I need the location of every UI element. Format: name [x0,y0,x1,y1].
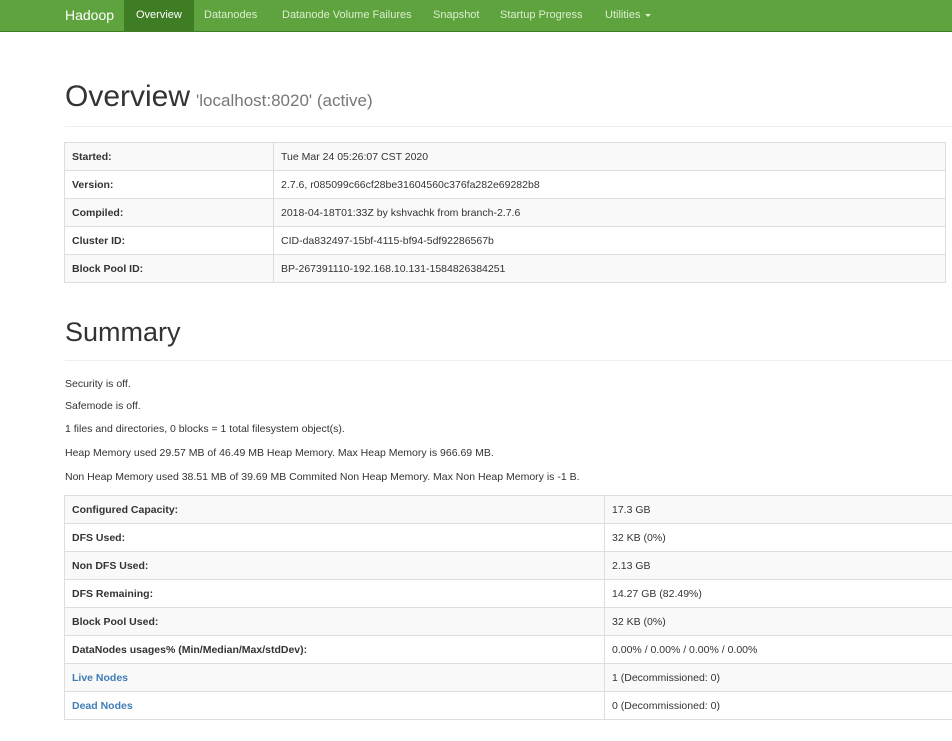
row-key: DFS Used: [64,523,605,552]
overview-divider [65,126,952,127]
dead-nodes-cell: Dead Nodes [64,691,605,720]
row-key: Compiled: [64,198,274,227]
overview-table: Started: Tue Mar 24 05:26:07 CST 2020 Ve… [64,142,946,283]
summary-heading: Summary [65,317,181,347]
security-status: Security is off. [65,378,131,390]
table-row: Live Nodes 1 (Decommissioned: 0) [64,663,952,692]
row-value: 2018-04-18T01:33Z by kshvachk from branc… [273,198,946,227]
summary-divider [65,360,952,361]
table-row: Block Pool ID: BP-267391110-192.168.10.1… [64,254,946,283]
table-row: Compiled: 2018-04-18T01:33Z by kshvachk … [64,198,946,227]
table-row: Configured Capacity: 17.3 GB [64,495,952,524]
table-row: Dead Nodes 0 (Decommissioned: 0) [64,691,952,720]
row-key: Configured Capacity: [64,495,605,524]
overview-title: Overview [65,80,191,113]
overview-heading: Overview 'localhost:8020' (active) [65,80,373,118]
nav-tab-overview[interactable]: Overview [124,0,194,31]
table-row: Block Pool Used: 32 KB (0%) [64,607,952,636]
table-row: DataNodes usages% (Min/Median/Max/stdDev… [64,635,952,664]
chevron-down-icon [645,13,652,17]
summary-table: Configured Capacity: 17.3 GB DFS Used: 3… [64,495,952,720]
row-value: 32 KB (0%) [604,523,952,552]
live-nodes-cell: Live Nodes [64,663,605,692]
row-value: 14.27 GB (82.49%) [604,579,952,608]
top-navbar: Hadoop Overview Datanodes Datanode Volum… [0,0,952,32]
heap-memory: Heap Memory used 29.57 MB of 46.49 MB He… [65,447,494,459]
row-key: Version: [64,170,274,199]
row-value: Tue Mar 24 05:26:07 CST 2020 [273,142,946,171]
table-row: Started: Tue Mar 24 05:26:07 CST 2020 [64,142,946,171]
non-heap-memory: Non Heap Memory used 38.51 MB of 39.69 M… [65,471,580,483]
row-key: Started: [64,142,274,171]
row-value: 2.7.6, r085099c66cf28be31604560c376fa282… [273,170,946,199]
nav-tab-utilities[interactable]: Utilities [605,0,652,31]
safemode-status: Safemode is off. [65,400,141,412]
row-value: 1 (Decommissioned: 0) [604,663,952,692]
nav-tab-snapshot[interactable]: Snapshot [433,0,479,31]
table-row: Cluster ID: CID-da832497-15bf-4115-bf94-… [64,226,946,255]
row-value: 2.13 GB [604,551,952,580]
row-key: Cluster ID: [64,226,274,255]
row-value: 0.00% / 0.00% / 0.00% / 0.00% [604,635,952,664]
overview-subtitle: 'localhost:8020' (active) [196,91,373,110]
row-value: 17.3 GB [604,495,952,524]
table-row: DFS Used: 32 KB (0%) [64,523,952,552]
nav-tab-startup-progress[interactable]: Startup Progress [500,0,583,31]
nav-tab-utilities-label: Utilities [605,9,641,21]
table-row: DFS Remaining: 14.27 GB (82.49%) [64,579,952,608]
row-key: DFS Remaining: [64,579,605,608]
row-key: DataNodes usages% (Min/Median/Max/stdDev… [64,635,605,664]
table-row: Version: 2.7.6, r085099c66cf28be31604560… [64,170,946,199]
live-nodes-link[interactable]: Live Nodes [72,672,128,684]
row-key: Block Pool Used: [64,607,605,636]
row-value: 32 KB (0%) [604,607,952,636]
row-key: Block Pool ID: [64,254,274,283]
row-key: Non DFS Used: [64,551,605,580]
nav-tab-datanode-volume-failures[interactable]: Datanode Volume Failures [282,0,412,31]
dead-nodes-link[interactable]: Dead Nodes [72,700,133,712]
row-value: BP-267391110-192.168.10.131-158482638425… [273,254,946,283]
row-value: 0 (Decommissioned: 0) [604,691,952,720]
brand-link[interactable]: Hadoop [65,0,114,32]
table-row: Non DFS Used: 2.13 GB [64,551,952,580]
filesystem-objects: 1 files and directories, 0 blocks = 1 to… [65,423,345,435]
nav-tab-datanodes[interactable]: Datanodes [204,0,257,31]
row-value: CID-da832497-15bf-4115-bf94-5df92286567b [273,226,946,255]
